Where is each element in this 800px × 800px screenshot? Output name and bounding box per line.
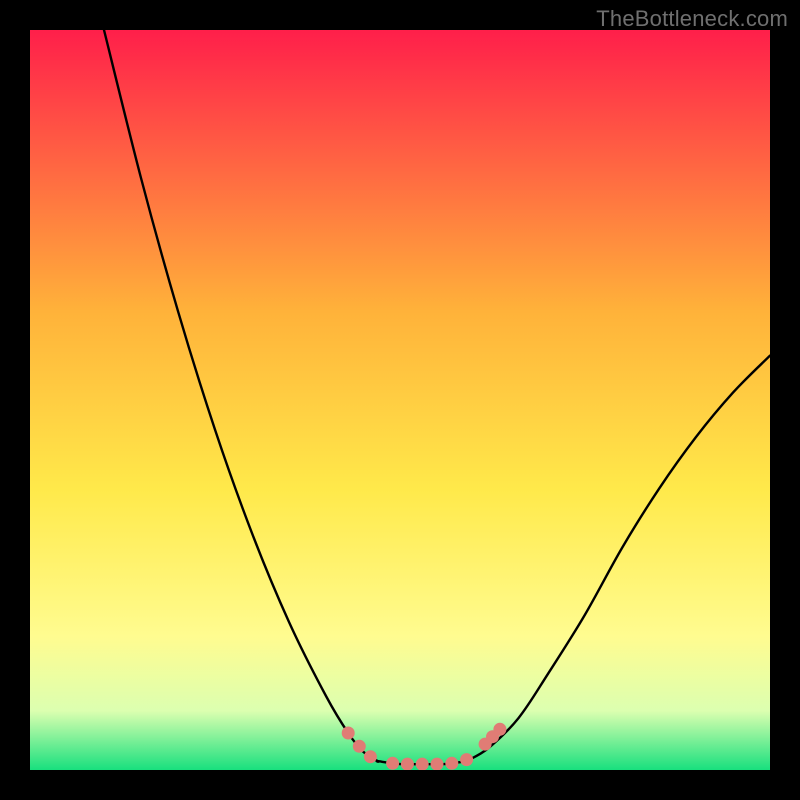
marker-dot <box>493 723 506 736</box>
plot-area <box>30 30 770 770</box>
marker-dot <box>386 757 399 770</box>
chart-frame: TheBottleneck.com <box>0 0 800 800</box>
gradient-background <box>30 30 770 770</box>
marker-dot <box>445 757 458 770</box>
marker-dot <box>416 758 429 770</box>
marker-dot <box>353 740 366 753</box>
watermark-text: TheBottleneck.com <box>596 6 788 32</box>
marker-dot <box>401 758 414 770</box>
marker-dot <box>364 750 377 763</box>
marker-dot <box>342 727 355 740</box>
marker-dot <box>431 758 444 770</box>
marker-dot <box>460 753 473 766</box>
bottleneck-chart <box>30 30 770 770</box>
